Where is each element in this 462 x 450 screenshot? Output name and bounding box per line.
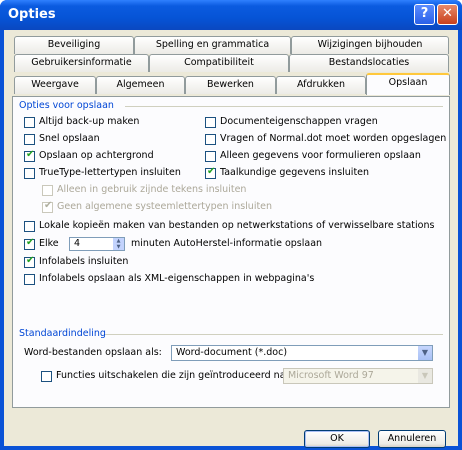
label-no-system-fonts: Geen algemene systeemlettertypen insluit… — [57, 201, 273, 212]
disable-features-value: Microsoft Word 97 — [288, 370, 374, 381]
label-smarttags-embed: Infolabels insluiten — [39, 256, 129, 267]
chevron-down-icon[interactable]: ▼ — [418, 346, 432, 360]
checkmark-icon: ✔ — [44, 200, 53, 211]
tab-wijzigingen[interactable]: Wijzigingen bijhouden — [291, 36, 449, 54]
save-as-value: Word-document (*.doc) — [176, 347, 288, 358]
checkbox-linguistic-data[interactable]: ✔ — [205, 166, 216, 179]
checkbox-background-save[interactable]: ✔ — [24, 149, 35, 162]
close-button[interactable]: ✕ — [437, 4, 458, 25]
checkmark-icon: ✔ — [26, 149, 35, 160]
label-disable-features: Functies uitschakelen die zijn geïntrodu… — [56, 370, 289, 381]
dialog-client: Beveiliging Spelling en grammatica Wijzi… — [4, 30, 458, 448]
tab-gebruikersinformatie[interactable]: Gebruikersinformatie — [14, 54, 149, 72]
checkbox-backup[interactable] — [24, 117, 35, 128]
checkbox-autorecover[interactable]: ✔ — [24, 237, 35, 250]
label-doc-properties: Documenteigenschappen vragen — [220, 116, 378, 127]
checkbox-embed-truetype[interactable] — [24, 168, 35, 179]
question-icon: ? — [420, 6, 429, 21]
options-dialog: Opties ? ✕ Beveiliging Spelling en gramm… — [0, 0, 462, 450]
dialog-title: Opties — [8, 7, 56, 22]
checkbox-smarttags-xml[interactable] — [24, 274, 35, 285]
label-form-data: Alleen gegevens voor formulieren opslaan — [220, 150, 421, 161]
save-as-select[interactable]: Word-document (*.doc) ▼ — [171, 345, 433, 361]
tab-weergave[interactable]: Weergave — [14, 76, 96, 94]
tab-afdrukken[interactable]: Afdrukken — [276, 76, 366, 94]
chevron-down-icon[interactable]: ▼ — [418, 369, 432, 383]
label-normal-dot: Vragen of Normal.dot moet worden opgesla… — [220, 133, 447, 144]
tab-bewerken[interactable]: Bewerken — [185, 76, 276, 94]
checkbox-used-chars[interactable] — [42, 185, 53, 196]
label-autorecover-suffix: minuten AutoHerstel-informatie opslaan — [131, 238, 323, 249]
checkbox-local-copies[interactable] — [24, 221, 35, 232]
defaults-title: Standaardindeling — [19, 328, 106, 339]
save-options-title: Opties voor opslaan — [19, 100, 114, 111]
checkbox-doc-properties[interactable] — [205, 117, 216, 128]
label-linguistic-data: Taalkundige gegevens insluiten — [220, 167, 370, 178]
close-icon: ✕ — [442, 6, 453, 21]
ok-button[interactable]: OK — [304, 430, 370, 448]
divider — [105, 334, 443, 335]
tab-algemeen[interactable]: Algemeen — [96, 76, 185, 94]
checkmark-icon: ✔ — [26, 237, 35, 248]
checkmark-icon: ✔ — [207, 166, 216, 177]
label-backup: Altijd back-up maken — [39, 116, 140, 127]
label-every: Elke — [39, 238, 59, 249]
disable-features-select[interactable]: Microsoft Word 97 ▼ — [283, 368, 433, 384]
label-quick-save: Snel opslaan — [39, 133, 100, 144]
label-embed-truetype: TrueType-lettertypen insluiten — [39, 167, 181, 178]
help-button[interactable]: ? — [414, 4, 435, 25]
checkbox-smarttags-embed[interactable]: ✔ — [24, 255, 35, 268]
autorecover-minutes-value: 4 — [74, 238, 81, 249]
opslaan-panel: Opties voor opslaan Altijd back-up maken… — [12, 96, 450, 408]
label-used-chars: Alleen in gebruik zijnde tekens insluite… — [57, 184, 247, 195]
label-smarttags-xml: Infolabels opslaan als XML-eigenschappen… — [39, 273, 315, 284]
tab-spelling[interactable]: Spelling en grammatica — [134, 36, 291, 54]
title-bar[interactable]: Opties ? ✕ — [0, 0, 462, 30]
tab-opslaan[interactable]: Opslaan — [366, 73, 450, 95]
label-local-copies: Lokale kopieën maken van bestanden op ne… — [39, 220, 435, 231]
checkbox-no-system-fonts[interactable]: ✔ — [42, 200, 53, 213]
checkbox-disable-features[interactable] — [41, 371, 52, 382]
checkbox-quick-save[interactable] — [24, 134, 35, 145]
down-arrow-icon: ▼ — [116, 244, 121, 250]
checkbox-form-data[interactable] — [205, 151, 216, 162]
divider — [125, 106, 443, 107]
tab-bestandslocaties[interactable]: Bestandslocaties — [289, 54, 449, 72]
checkbox-normal-dot[interactable] — [205, 134, 216, 145]
autorecover-minutes-stepper[interactable]: 4 ▲ ▼ — [69, 237, 125, 251]
cancel-button[interactable]: Annuleren — [378, 430, 446, 448]
tab-beveiliging[interactable]: Beveiliging — [14, 36, 134, 54]
spin-buttons[interactable]: ▲ ▼ — [113, 238, 124, 250]
tab-compatibiliteit[interactable]: Compatibiliteit — [149, 54, 289, 72]
label-save-as: Word-bestanden opslaan als: — [24, 347, 162, 358]
checkmark-icon: ✔ — [26, 255, 35, 266]
label-background-save: Opslaan op achtergrond — [39, 150, 154, 161]
